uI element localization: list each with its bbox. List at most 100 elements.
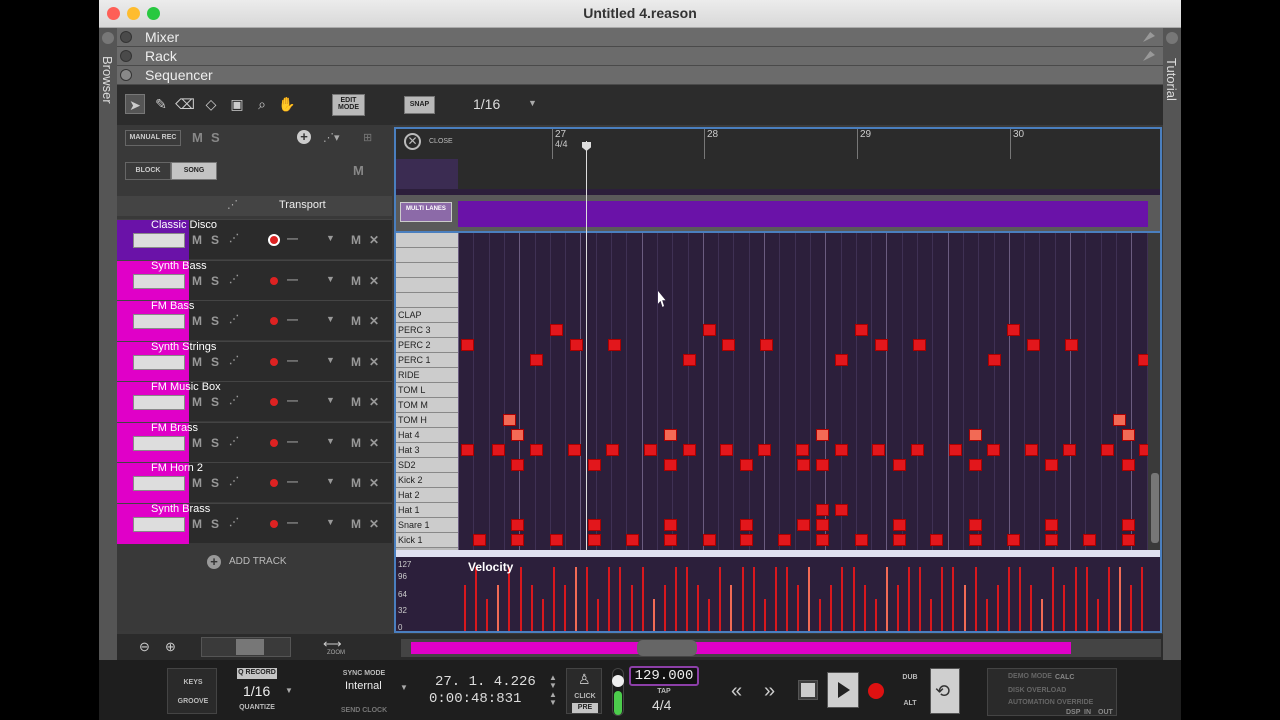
track-mute[interactable]: M [192,233,202,247]
zoom-in-icon[interactable]: ⊕ [165,639,176,655]
note[interactable] [703,534,716,546]
sync-mode-value[interactable]: Internal [345,680,382,692]
note[interactable] [816,519,829,531]
mute-icon[interactable]: ▣ [227,94,247,114]
note[interactable] [1025,444,1038,456]
track-name[interactable]: FM Horn 2 [151,462,203,474]
lane-dropdown-icon[interactable]: ▼ [326,314,335,324]
note[interactable] [930,534,943,546]
snap-dropdown-icon[interactable]: ▼ [528,98,537,108]
track-solo[interactable]: S [211,476,219,490]
lane-dropdown-icon[interactable]: ▼ [326,395,335,405]
global-mute[interactable]: M [192,130,203,145]
velocity-bar[interactable] [919,567,922,631]
lane-dropdown-icon[interactable]: ▼ [326,355,335,365]
note[interactable] [1101,444,1114,456]
track-row[interactable]: Synth Brass M S ⋰ — ▼ M ✕ [117,503,392,544]
automation-icon[interactable]: ⋰▾ [323,131,340,144]
drum-key[interactable]: RIDE [396,368,458,383]
track-name[interactable]: FM Music Box [151,381,221,393]
note[interactable] [797,519,810,531]
tap-button[interactable]: TAP [652,688,676,695]
velocity-bar[interactable] [985,599,988,631]
snap-value[interactable]: 1/16 [473,96,500,112]
note[interactable] [664,519,677,531]
record-enable-icon[interactable] [270,439,278,447]
quantize-dropdown-icon[interactable]: ▼ [285,686,293,695]
track-name[interactable]: Synth Bass [151,260,207,272]
drum-key[interactable]: TOM M [396,398,458,413]
track-row[interactable]: Synth Strings M S ⋰ — ▼ M ✕ [117,341,392,382]
velocity-bar[interactable] [508,567,511,631]
velocity-bar[interactable] [497,585,500,631]
click-button[interactable]: CLICK [567,693,603,700]
automation-icon[interactable]: ⋰ [227,198,238,211]
note[interactable] [473,534,486,546]
note[interactable] [1007,324,1020,336]
velocity-bar[interactable] [530,585,533,631]
close-button[interactable]: CLOSE [429,138,453,145]
track-row[interactable]: FM Music Box M S ⋰ — ▼ M ✕ [117,381,392,422]
vertical-scrollbar[interactable] [1148,233,1160,550]
drum-key[interactable] [396,233,458,248]
note[interactable] [568,444,581,456]
rewind-icon[interactable]: « [731,680,742,703]
note[interactable] [969,519,982,531]
drum-key[interactable]: Hat 1 [396,503,458,518]
tutorial-toggle[interactable] [1166,32,1178,44]
position-stepper[interactable]: ▲ ▼ [549,674,557,690]
velocity-bar[interactable] [586,567,589,631]
send-clock-button[interactable]: SEND CLOCK [331,707,397,714]
block-mute[interactable]: M [353,163,364,178]
note[interactable] [816,429,829,441]
automation-icon[interactable]: ⋰ [229,314,239,325]
track-mute[interactable]: M [192,436,202,450]
velocity-bar[interactable] [863,585,866,631]
panel-toggle[interactable] [120,50,132,62]
drum-key[interactable]: TOM H [396,413,458,428]
record-enable-icon[interactable] [270,277,278,285]
keys-button[interactable]: KEYS [168,679,218,686]
magnifier-icon[interactable]: ⌕ [252,94,272,114]
panel-sequencer[interactable]: Sequencer [117,66,1163,85]
browser-sidebar[interactable]: Browser [99,28,117,720]
velocity-bar[interactable] [464,585,466,631]
snap-button[interactable]: SNAP [404,96,435,114]
song-time[interactable]: 0:00:48:831 [429,691,521,707]
ruler[interactable]: 27 4/4 28 29 30 [458,129,1160,159]
pattern-clip[interactable] [458,201,1148,227]
note[interactable] [492,444,505,456]
note[interactable] [511,534,524,546]
time-signature[interactable]: 4/4 [652,697,671,713]
velocity-bar[interactable] [1141,567,1144,631]
horizontal-scrollbar[interactable] [401,639,1161,657]
track-solo[interactable]: S [211,517,219,531]
note[interactable] [1007,534,1020,546]
note[interactable] [855,324,868,336]
automation-icon[interactable]: ⋰ [229,233,239,244]
zoom-out-icon[interactable]: ⊖ [139,639,150,655]
record-enable-icon[interactable] [270,317,278,325]
lane-mute-icon[interactable]: — [287,274,298,286]
velocity-bar[interactable] [941,567,944,631]
lane-dropdown-icon[interactable]: ▼ [326,274,335,284]
note[interactable] [988,354,1001,366]
velocity-bar[interactable] [763,599,766,631]
velocity-bar[interactable] [563,585,566,631]
lane-mute[interactable]: M [351,314,361,328]
note[interactable] [760,339,773,351]
note[interactable] [913,339,926,351]
track-row[interactable]: Classic Disco M S ⋰ — ▼ M ✕ [117,219,392,260]
velocity-bar[interactable] [963,585,966,631]
drum-key[interactable]: Hat 3 [396,443,458,458]
note[interactable] [969,534,982,546]
automation-icon[interactable]: ⋰ [229,355,239,366]
panel-rack[interactable]: Rack [117,47,1163,66]
detach-icon[interactable] [1143,32,1155,42]
pre-button[interactable]: PRE [572,703,598,713]
note[interactable] [664,429,677,441]
velocity-bar[interactable] [1107,567,1110,631]
lane-mute-icon[interactable]: — [287,233,298,245]
stop-button[interactable] [798,680,818,700]
panel-mixer[interactable]: Mixer [117,28,1163,47]
